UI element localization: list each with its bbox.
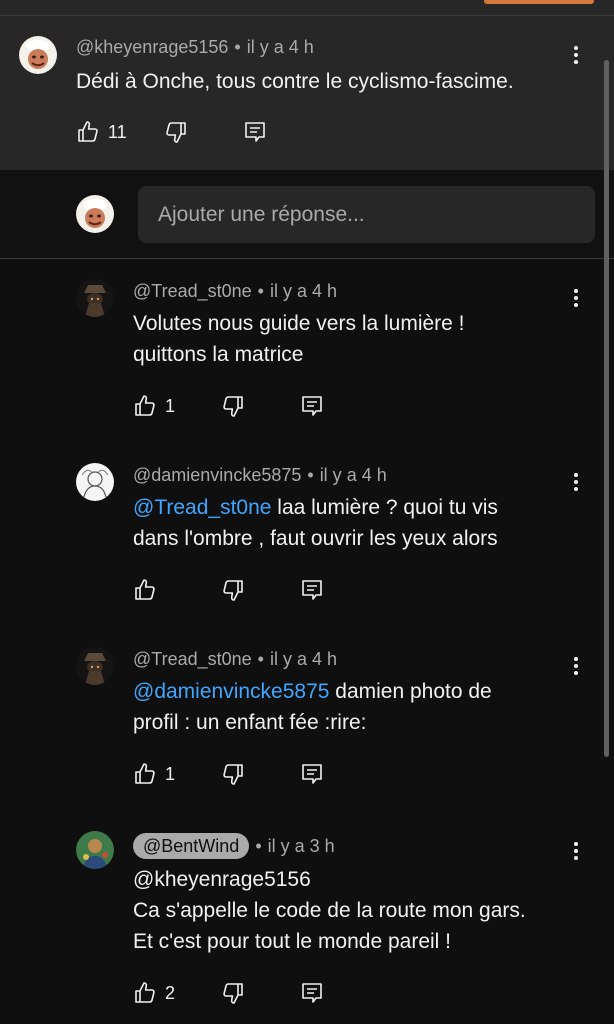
reply-button[interactable]	[300, 394, 324, 418]
dislike-button[interactable]	[164, 120, 188, 144]
separator-dot: •	[307, 465, 314, 485]
like-count: 2	[165, 982, 176, 1003]
more-vert-icon[interactable]	[564, 839, 588, 863]
comment-line-rest: damien photo de	[329, 680, 492, 703]
more-vert-icon[interactable]	[564, 654, 588, 678]
comment-meta: @kheyenrage5156 • il y a 4 h	[76, 37, 314, 58]
comment-line: dans l'ombre , faut ouvrir les yeux alor…	[133, 527, 498, 550]
more-vert-icon[interactable]	[564, 286, 588, 310]
like-count: 1	[165, 395, 176, 416]
divider	[0, 258, 614, 259]
thumb-up-icon	[133, 394, 157, 418]
separator-dot: •	[255, 836, 262, 856]
creator-author-chip[interactable]: @BentWind	[133, 833, 250, 859]
reply-button[interactable]	[300, 981, 324, 1005]
separator-dot: •	[257, 649, 264, 669]
comment-icon	[300, 762, 324, 786]
avatar[interactable]	[19, 36, 57, 74]
comment-author[interactable]: @kheyenrage5156	[76, 37, 228, 57]
comment-time: il y a 4 h	[319, 465, 387, 485]
comment-text: Volutes nous guide vers la lumière ! qui…	[133, 308, 465, 370]
comment-icon	[243, 120, 267, 144]
thumb-up-icon	[133, 762, 157, 786]
comment-meta: @Tread_st0ne • il y a 4 h	[133, 281, 337, 302]
comment-line: Et c'est pour tout le monde pareil !	[133, 930, 452, 953]
like-button[interactable]: 1	[133, 762, 175, 786]
mention-link[interactable]: @damienvincke5875	[133, 680, 329, 703]
reply-button[interactable]	[300, 578, 324, 602]
avatar[interactable]	[76, 463, 114, 501]
avatar	[76, 195, 114, 233]
reply-button[interactable]	[243, 120, 267, 144]
separator-dot: •	[234, 37, 241, 57]
comment-meta: @BentWind • il y a 3 h	[133, 833, 335, 859]
dislike-button[interactable]	[221, 394, 245, 418]
comment-text: @Tread_st0ne laa lumière ? quoi tu vis d…	[133, 492, 498, 554]
comment-line-rest: laa lumière ? quoi tu vis	[271, 496, 498, 519]
thumb-down-icon	[221, 981, 245, 1005]
like-button[interactable]	[133, 578, 165, 602]
comment-text: @damienvincke5875 damien photo de profil…	[133, 676, 492, 738]
comment-icon	[300, 394, 324, 418]
comment-line: quittons la matrice	[133, 343, 304, 366]
avatar[interactable]	[76, 279, 114, 317]
comment-meta: @damienvincke5875 • il y a 4 h	[133, 465, 387, 486]
comment-line: Volutes nous guide vers la lumière !	[133, 312, 465, 335]
top-strip	[0, 0, 614, 16]
more-vert-icon[interactable]	[564, 43, 588, 67]
comment-text: Dédi à Onche, tous contre le cyclismo-fa…	[76, 70, 514, 93]
like-count: 11	[108, 121, 127, 142]
dislike-button[interactable]	[221, 578, 245, 602]
like-count: 1	[165, 763, 176, 784]
more-vert-icon[interactable]	[564, 470, 588, 494]
comment-icon	[300, 578, 324, 602]
thumb-up-icon	[133, 981, 157, 1005]
like-button[interactable]: 2	[133, 981, 175, 1005]
thumb-down-icon	[221, 762, 245, 786]
avatar[interactable]	[76, 831, 114, 869]
thumb-up-icon	[133, 578, 157, 602]
comment-line: @Tread_st0ne laa lumière ? quoi tu vis	[133, 492, 498, 523]
comment-line: @damienvincke5875 damien photo de	[133, 676, 492, 707]
thumb-up-icon	[76, 120, 100, 144]
previous-thumbnail-edge	[484, 0, 594, 4]
like-button[interactable]: 11	[76, 120, 127, 144]
dislike-button[interactable]	[221, 762, 245, 786]
comment-time: il y a 4 h	[246, 37, 314, 57]
thumb-down-icon	[221, 578, 245, 602]
like-button[interactable]: 1	[133, 394, 175, 418]
dislike-button[interactable]	[221, 981, 245, 1005]
comment-time: il y a 4 h	[269, 281, 338, 301]
comment-line: @kheyenrage5156	[133, 868, 311, 891]
thumb-down-icon	[221, 394, 245, 418]
comment-line: profil : un enfant fée :rire:	[133, 711, 367, 734]
comment-author[interactable]: @Tread_st0ne	[133, 281, 252, 301]
comment-author[interactable]: @Tread_st0ne	[133, 649, 252, 669]
scrollbar[interactable]	[604, 60, 609, 757]
thumb-down-icon	[164, 120, 188, 144]
mention-link[interactable]: @Tread_st0ne	[133, 496, 271, 519]
avatar[interactable]	[76, 647, 114, 685]
comment-text: @kheyenrage5156 Ca s'appelle le code de …	[133, 864, 526, 957]
reply-input[interactable]: Ajouter une réponse...	[138, 186, 595, 243]
comment-time: il y a 3 h	[267, 836, 335, 856]
comment-line: Ca s'appelle le code de la route mon gar…	[133, 899, 526, 922]
comment-time: il y a 4 h	[269, 649, 338, 669]
comment-icon	[300, 981, 324, 1005]
reply-button[interactable]	[300, 762, 324, 786]
comment-author[interactable]: @damienvincke5875	[133, 465, 301, 485]
separator-dot: •	[257, 281, 264, 301]
comment-meta: @Tread_st0ne • il y a 4 h	[133, 649, 337, 670]
